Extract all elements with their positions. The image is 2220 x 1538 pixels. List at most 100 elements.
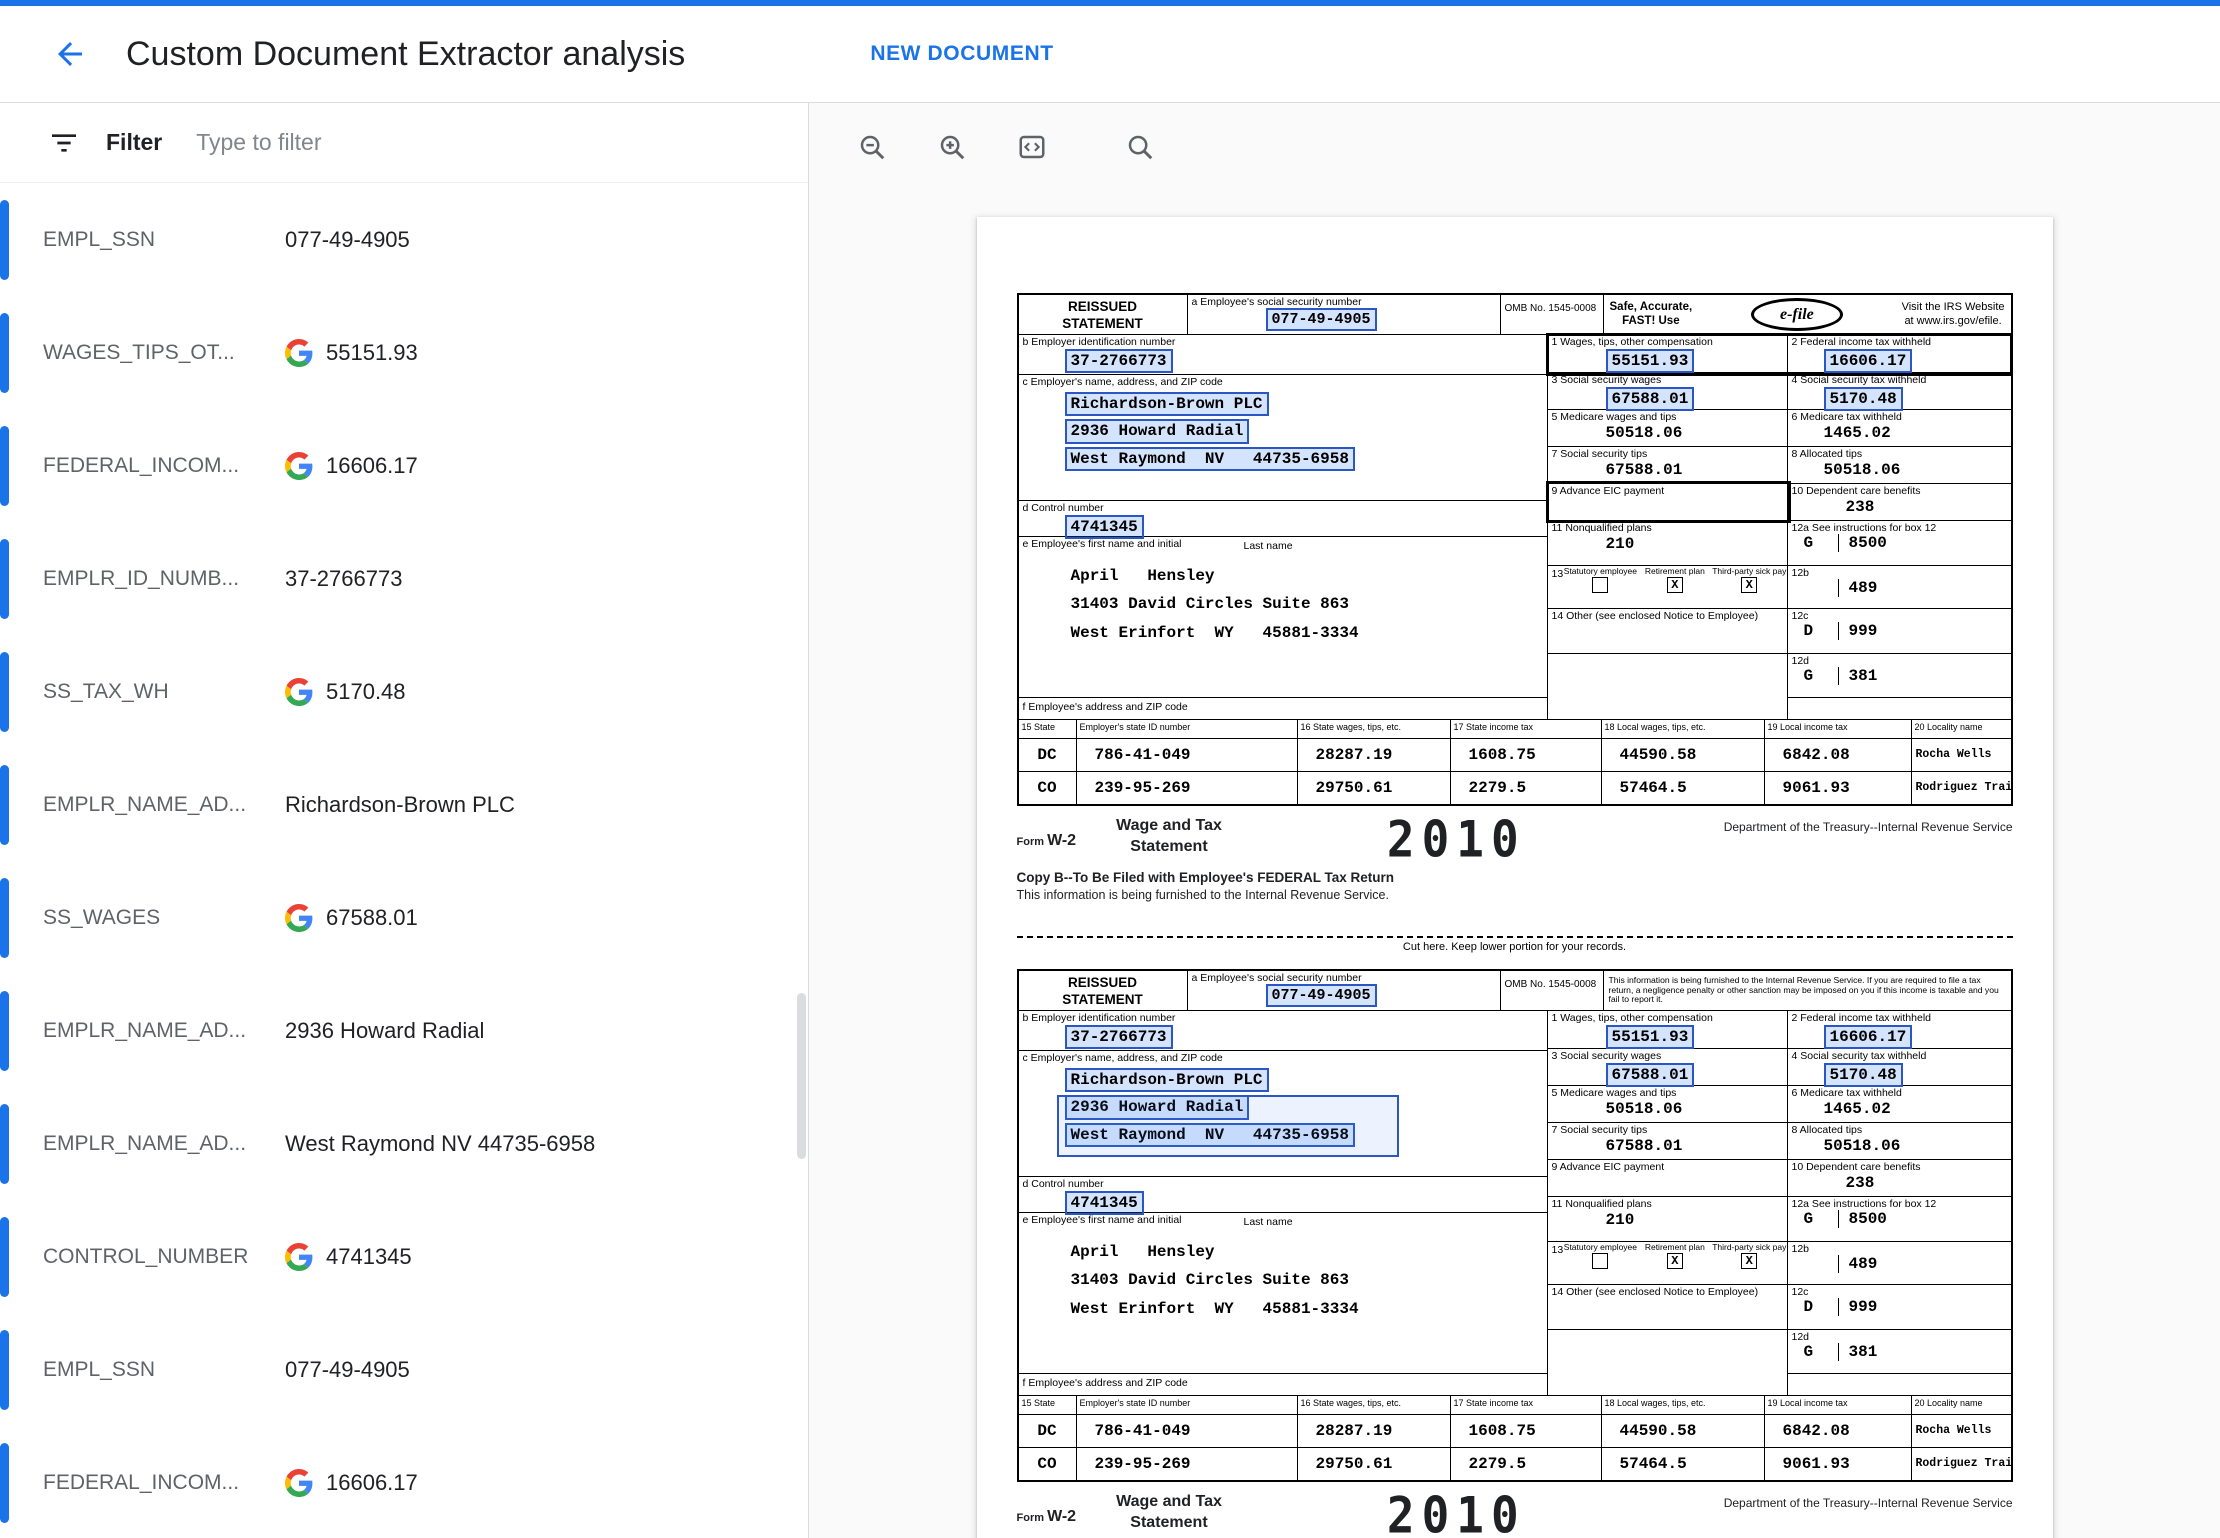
field-highlight-bar bbox=[0, 652, 9, 732]
w2-employer-name-entity[interactable]: Richardson-Brown PLC bbox=[1065, 392, 1269, 416]
w2-tax-year: 2010 bbox=[1387, 814, 1526, 864]
zoom-in-button[interactable] bbox=[928, 123, 976, 171]
w2-ein-entity[interactable]: 37-2766773 bbox=[1065, 349, 1173, 373]
w2-reissued-line2: STATEMENT bbox=[1019, 316, 1187, 333]
field-value-group: 16606.17 bbox=[285, 452, 418, 480]
retirement-checkbox: X bbox=[1667, 1253, 1683, 1269]
statutory-checkbox bbox=[1592, 577, 1608, 593]
field-value-group: 2936 Howard Radial bbox=[285, 1018, 484, 1044]
w2-employee-addr1: 31403 David Circles Suite 863 bbox=[1071, 1271, 1547, 1289]
w2-employer-addr2-entity[interactable]: West Raymond NV 44735-6958 bbox=[1065, 447, 1355, 471]
w2-treasury-text: Department of the Treasury--Internal Rev… bbox=[1724, 816, 2013, 834]
w2-box-12b: 12b 489 bbox=[1788, 566, 2011, 609]
field-row[interactable]: EMPLR_NAME_AD... West Raymond NV 44735-6… bbox=[0, 1087, 808, 1200]
field-value-group: 077-49-4905 bbox=[285, 1357, 410, 1383]
w2-box-f-label: f Employee's address and ZIP code bbox=[1019, 1373, 1547, 1395]
zoom-out-button[interactable] bbox=[848, 123, 896, 171]
field-value: 2936 Howard Radial bbox=[285, 1018, 484, 1044]
field-value: 16606.17 bbox=[326, 453, 418, 479]
w2-state-row-2: CO 239-95-269 29750.61 2279.5 57464.5 90… bbox=[1019, 771, 2011, 804]
field-row[interactable]: EMPL_SSN 077-49-4905 bbox=[0, 183, 808, 296]
w2-box-2: 2 Federal income tax withheld 16606.17 bbox=[1788, 1011, 2011, 1048]
w2-wages-entity[interactable]: 55151.93 bbox=[1606, 1025, 1695, 1049]
filter-list-icon bbox=[48, 127, 80, 159]
panel-scrollbar-thumb[interactable] bbox=[797, 993, 806, 1159]
field-label: EMPLR_NAME_AD... bbox=[43, 793, 285, 817]
w2-employer-name-entity[interactable]: Richardson-Brown PLC bbox=[1065, 1068, 1269, 1092]
field-row[interactable]: EMPLR_ID_NUMB... 37-2766773 bbox=[0, 522, 808, 635]
viewer-toolbar bbox=[809, 103, 2220, 190]
filter-input[interactable] bbox=[196, 129, 778, 156]
w2-form-title: Wage and Tax Statement bbox=[1116, 1492, 1222, 1534]
w2-copy-line2: This information is being furnished to t… bbox=[1017, 888, 1395, 902]
w2-employer-addr1-entity[interactable]: 2936 Howard Radial bbox=[1065, 419, 1250, 443]
w2-box-11: 11 Nonqualified plans 210 bbox=[1548, 1197, 1787, 1242]
w2-ssn-entity[interactable]: 077-49-4905 bbox=[1266, 984, 1377, 1007]
w2-employer-addr1-entity[interactable]: 2936 Howard Radial bbox=[1065, 1095, 1250, 1119]
field-row[interactable]: FEDERAL_INCOM... 16606.17 bbox=[0, 1426, 808, 1538]
filter-label: Filter bbox=[106, 129, 162, 156]
bounding-box-toggle-button[interactable] bbox=[1008, 123, 1056, 171]
field-row[interactable]: SS_WAGES 67588.01 bbox=[0, 861, 808, 974]
w2-state-row-2: CO 239-95-269 29750.61 2279.5 57464.5 90… bbox=[1019, 1447, 2011, 1480]
w2-statutory-employee: Statutory employee bbox=[1563, 566, 1637, 608]
w2-box-c-label: c Employer's name, address, and ZIP code bbox=[1019, 1051, 1547, 1065]
field-row[interactable]: EMPLR_NAME_AD... 2936 Howard Radial bbox=[0, 974, 808, 1087]
w2-fed-tax-entity[interactable]: 16606.17 bbox=[1824, 349, 1913, 373]
w2-state-table-header: 15 State Employer's state ID number 16 S… bbox=[1019, 720, 2011, 738]
google-extracted-icon bbox=[285, 452, 313, 480]
field-row[interactable]: EMPL_SSN 077-49-4905 bbox=[0, 1313, 808, 1426]
field-value-group: 67588.01 bbox=[285, 904, 418, 932]
field-label: SS_TAX_WH bbox=[43, 680, 285, 704]
back-button[interactable] bbox=[46, 30, 94, 78]
bounding-box-toggle-icon bbox=[1017, 132, 1047, 162]
field-value-group: 077-49-4905 bbox=[285, 227, 410, 253]
w2-rows-11-14: 11 Nonqualified plans 210 13 Statutory e… bbox=[1548, 1197, 2011, 1395]
w2-row-1-2: 1 Wages, tips, other compensation 55151.… bbox=[1548, 335, 2011, 373]
w2-ss-wages-entity[interactable]: 67588.01 bbox=[1606, 1063, 1695, 1087]
search-button[interactable] bbox=[1116, 123, 1164, 171]
app-header: Custom Document Extractor analysis NEW D… bbox=[0, 6, 2220, 103]
w2-ssn-entity[interactable]: 077-49-4905 bbox=[1266, 308, 1377, 331]
w2-wages-entity[interactable]: 55151.93 bbox=[1606, 349, 1695, 373]
w2-right-column: 1 Wages, tips, other compensation 55151.… bbox=[1547, 335, 2011, 719]
w2-form-number: Form W-2 bbox=[1017, 1492, 1077, 1526]
sickpay-checkbox: X bbox=[1741, 577, 1757, 593]
w2-box-4: 4 Social security tax withheld 5170.48 bbox=[1788, 1049, 2011, 1085]
w2-fed-tax-entity[interactable]: 16606.17 bbox=[1824, 1025, 1913, 1049]
new-document-button[interactable]: NEW DOCUMENT bbox=[870, 42, 1053, 66]
field-row[interactable]: EMPLR_NAME_AD... Richardson-Brown PLC bbox=[0, 748, 808, 861]
w2-ein-entity[interactable]: 37-2766773 bbox=[1065, 1025, 1173, 1049]
w2-ss-tax-entity[interactable]: 5170.48 bbox=[1824, 387, 1903, 411]
google-extracted-icon bbox=[285, 678, 313, 706]
w2-tax-year: 2010 bbox=[1387, 1490, 1526, 1538]
field-row[interactable]: FEDERAL_INCOM... 16606.17 bbox=[0, 409, 808, 522]
w2-form: REISSUED STATEMENT a Employee's social s… bbox=[1017, 293, 2013, 902]
w2-control-number-entity[interactable]: 4741345 bbox=[1065, 1191, 1144, 1215]
w2-box-d: d Control number 4741345 bbox=[1019, 501, 1547, 537]
w2-left-column: b Employer identification number 37-2766… bbox=[1019, 1011, 1547, 1395]
w2-box-a-label: a Employee's social security number bbox=[1188, 971, 1500, 985]
w2-ss-tax-entity[interactable]: 5170.48 bbox=[1824, 1063, 1903, 1087]
w2-box-12d: 12d G381 bbox=[1788, 1330, 2011, 1374]
w2-box-b-label: b Employer identification number bbox=[1019, 1011, 1547, 1025]
field-row[interactable]: CONTROL_NUMBER 4741345 bbox=[0, 1200, 808, 1313]
w2-employer-addr2-entity[interactable]: West Raymond NV 44735-6958 bbox=[1065, 1123, 1355, 1147]
w2-box-b: b Employer identification number 37-2766… bbox=[1019, 335, 1547, 375]
field-row[interactable]: SS_TAX_WH 5170.48 bbox=[0, 635, 808, 748]
w2-employee-name: April Hensley bbox=[1071, 567, 1547, 585]
field-value-group: 5170.48 bbox=[285, 678, 406, 706]
w2-left-column: b Employer identification number 37-2766… bbox=[1019, 335, 1547, 719]
field-highlight-bar bbox=[0, 765, 9, 845]
w2-box-6: 6 Medicare tax withheld 1465.02 bbox=[1788, 1086, 2011, 1122]
field-highlight-bar bbox=[0, 426, 9, 506]
w2-box-7: 7 Social security tips 67588.01 bbox=[1548, 447, 1788, 483]
field-row[interactable]: WAGES_TIPS_OT... 55151.93 bbox=[0, 296, 808, 409]
w2-box-d-label: d Control number bbox=[1019, 501, 1547, 515]
field-value-group: Richardson-Brown PLC bbox=[285, 792, 515, 818]
w2-box-5: 5 Medicare wages and tips 50518.06 bbox=[1548, 410, 1788, 446]
field-value: West Raymond NV 44735-6958 bbox=[285, 1131, 595, 1157]
w2-ss-wages-entity[interactable]: 67588.01 bbox=[1606, 387, 1695, 411]
document-scroll-area[interactable]: REISSUED STATEMENT a Employee's social s… bbox=[809, 190, 2220, 1538]
w2-control-number-entity[interactable]: 4741345 bbox=[1065, 515, 1144, 539]
